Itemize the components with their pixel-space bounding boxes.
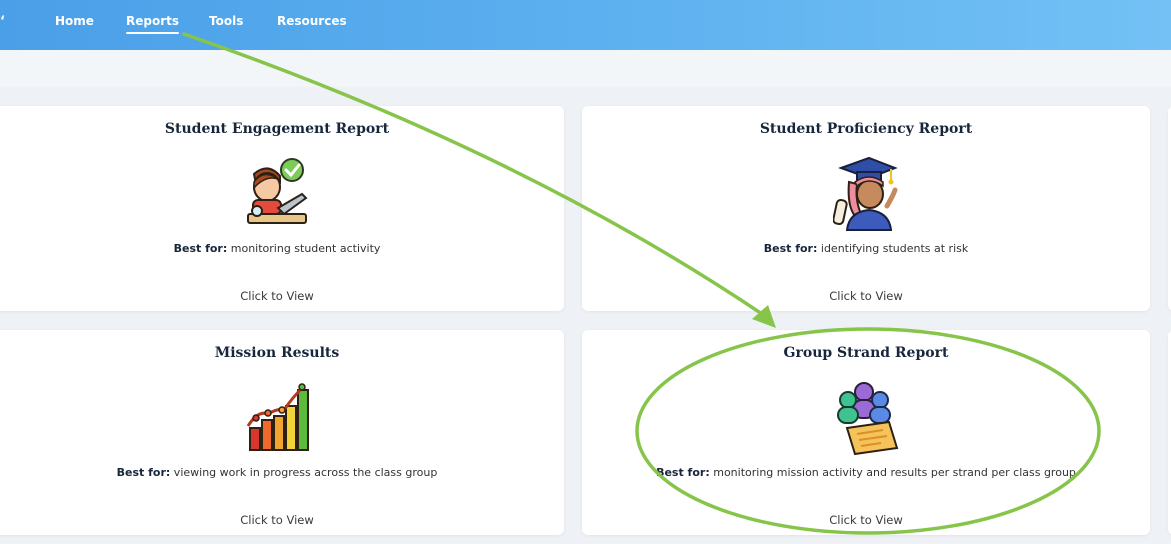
click-to-view-link[interactable]: Click to View: [0, 513, 564, 527]
card-title: Group Strand Report: [783, 345, 949, 361]
card-description: Best for: identifying students at risk: [582, 242, 1150, 255]
best-for-text: viewing work in progress across the clas…: [170, 466, 438, 479]
click-to-view-link[interactable]: Click to View: [0, 289, 564, 303]
active-tab-underline: [126, 32, 180, 34]
bar-chart-icon: [246, 383, 309, 451]
card-description: Best for: viewing work in progress acros…: [0, 466, 564, 479]
card-title: Student Engagement Report: [164, 121, 390, 137]
best-for-label: Best for:: [763, 242, 818, 255]
nav-reports-label: Reports: [126, 14, 180, 28]
top-nav-bar: ʻ Home Reports Tools Resources: [0, 0, 1171, 50]
student-laptop-icon: [247, 158, 308, 224]
card-title: Student Proficiency Report: [759, 121, 973, 137]
group-report-icon: [837, 382, 899, 456]
card-student-engagement-report[interactable]: Student Engagement Report Best for: moni…: [0, 106, 564, 311]
best-for-label: Best for:: [656, 466, 710, 479]
sub-header-bar: [0, 50, 1171, 87]
best-for-text: monitoring student activity: [227, 242, 381, 255]
best-for-label: Best for:: [116, 466, 171, 479]
nav-home[interactable]: Home: [55, 14, 94, 28]
card-mission-results[interactable]: Mission Results Best for: viewing work i…: [0, 330, 564, 535]
card-description: Best for: monitoring student activity: [0, 242, 564, 255]
card-student-proficiency-report[interactable]: Student Proficiency Report Best for: ide…: [582, 106, 1150, 311]
logo-fragment[interactable]: ʻ: [0, 14, 8, 32]
nav-tools[interactable]: Tools: [209, 14, 243, 28]
nav-resources[interactable]: Resources: [277, 14, 347, 28]
best-for-label: Best for:: [173, 242, 228, 255]
click-to-view-link[interactable]: Click to View: [582, 513, 1150, 527]
best-for-text: identifying students at risk: [817, 242, 969, 255]
nav-reports[interactable]: Reports: [126, 14, 180, 34]
card-group-strand-report[interactable]: Group Strand Report Best for: monitoring…: [582, 330, 1150, 535]
best-for-text: monitoring mission activity and results …: [709, 466, 1076, 479]
graduate-icon: [833, 156, 898, 231]
card-title: Mission Results: [214, 345, 340, 361]
click-to-view-link[interactable]: Click to View: [582, 289, 1150, 303]
card-description: Best for: monitoring mission activity an…: [582, 466, 1150, 479]
